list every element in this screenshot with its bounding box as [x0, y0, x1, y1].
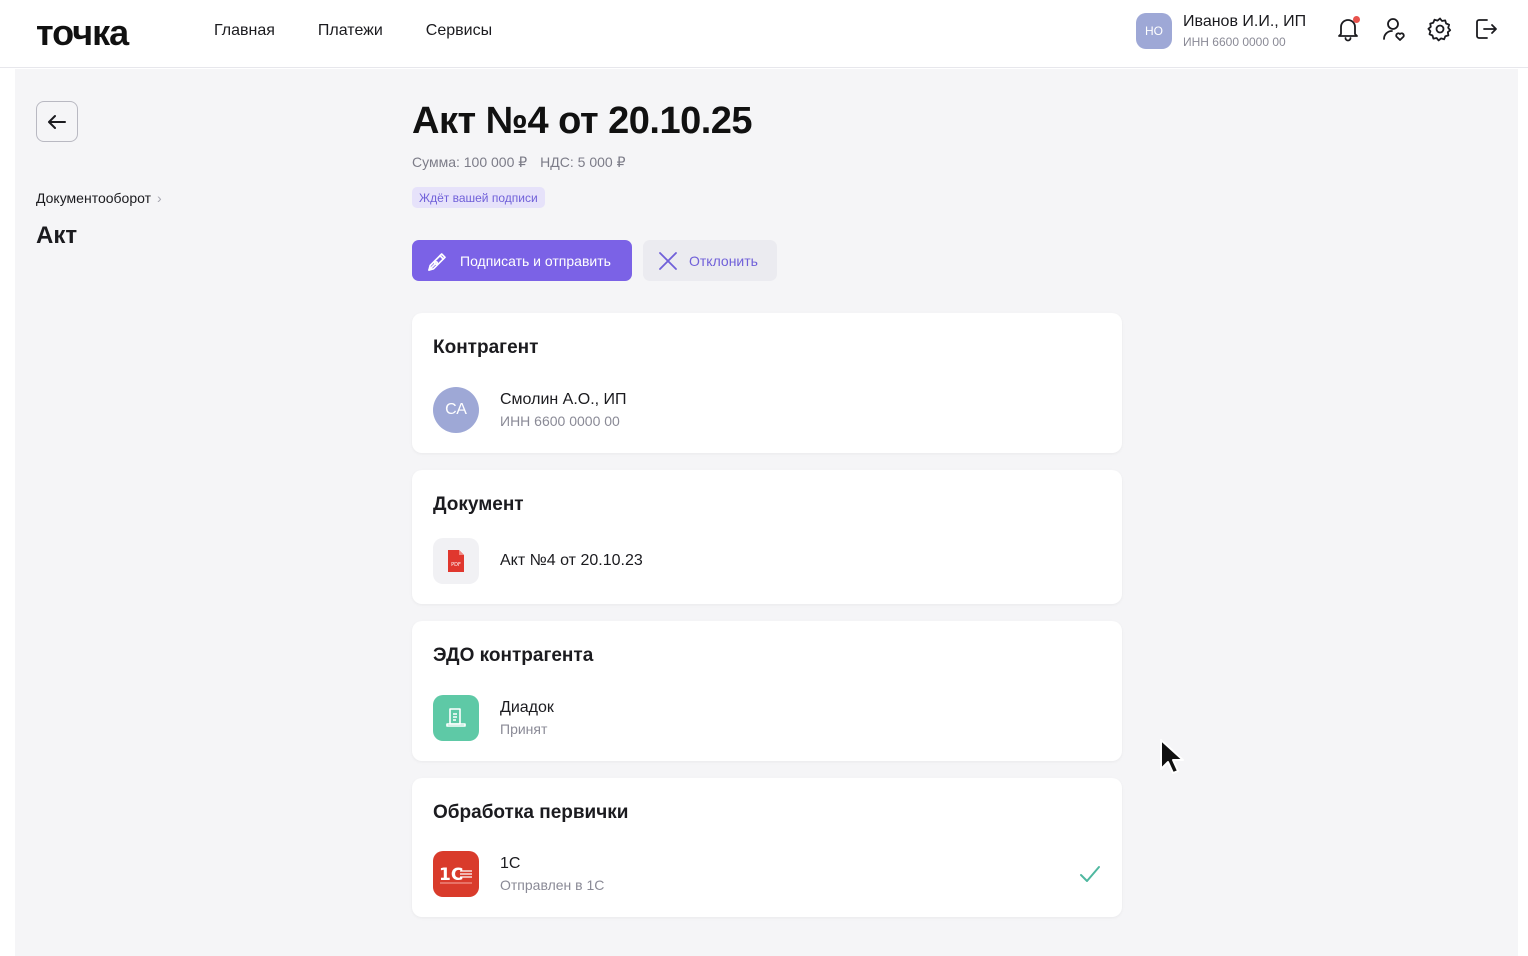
mouse-cursor-icon: [1158, 738, 1184, 776]
onec-name: 1С: [500, 855, 521, 872]
main-nav: Главная Платежи Сервисы: [214, 22, 492, 40]
nav-item-payments[interactable]: Платежи: [318, 22, 383, 40]
sign-and-send-button[interactable]: Подписать и отправить: [412, 240, 632, 281]
document-file-row[interactable]: PDF Акт №4 от 20.10.23: [433, 538, 643, 584]
top-bar: точка Главная Платежи Сервисы НО Иванов …: [0, 0, 1528, 68]
card-title: Обработка первички: [433, 802, 629, 823]
document-card: Документ PDF Акт №4 от 20.10.23: [412, 470, 1122, 604]
page-title: Акт №4 от 20.10.25: [412, 100, 753, 142]
sum-value: Сумма: 100 000 ₽: [412, 154, 528, 170]
user-heart-icon[interactable]: [1381, 16, 1407, 42]
pen-nib-icon: [428, 252, 446, 271]
user-inn: ИНН 6600 0000 00: [1183, 35, 1286, 49]
user-info: Иванов И.И., ИП ИНН 6600 0000 00: [1183, 12, 1306, 50]
status-badge: Ждёт вашей подписи: [412, 187, 545, 208]
back-button[interactable]: [36, 101, 78, 142]
logo[interactable]: точка: [36, 12, 129, 54]
edo-card: ЭДО контрагента Диадок Принят: [412, 621, 1122, 761]
diadoc-logo-icon: [433, 695, 479, 741]
reject-button[interactable]: Отклонить: [643, 240, 777, 281]
logout-icon[interactable]: [1473, 16, 1499, 42]
bell-icon[interactable]: [1335, 16, 1361, 42]
counterparty-avatar: СА: [433, 387, 479, 433]
edo-status: Принят: [500, 721, 548, 737]
arrow-left-icon: [48, 114, 66, 129]
card-title: ЭДО контрагента: [433, 645, 594, 666]
chevron-right-icon: ›: [157, 190, 162, 206]
onec-status: Отправлен в 1С: [500, 877, 605, 893]
checkmark-icon: [1078, 862, 1102, 886]
document-sums: Сумма: 100 000 ₽ НДС: 5 000 ₽: [412, 154, 625, 171]
user-profile[interactable]: НО Иванов И.И., ИП ИНН 6600 0000 00: [1136, 12, 1306, 50]
counterparty-inn: ИНН 6600 0000 00: [500, 413, 620, 429]
onec-logo-icon: 1С: [433, 851, 479, 897]
onec-row[interactable]: 1С 1С Отправлен в 1С: [433, 851, 604, 897]
notification-dot: [1353, 16, 1360, 23]
counterparty-name: Смолин А.О., ИП: [500, 391, 627, 408]
nav-item-home[interactable]: Главная: [214, 22, 275, 40]
nav-item-services[interactable]: Сервисы: [426, 22, 492, 40]
counterparty-row[interactable]: СА Смолин А.О., ИП ИНН 6600 0000 00: [433, 387, 627, 433]
edo-name: Диадок: [500, 699, 554, 716]
document-file-name[interactable]: Акт №4 от 20.10.23: [500, 551, 643, 571]
breadcrumb-link[interactable]: Документооборот: [36, 190, 151, 206]
counterparty-card: Контрагент СА Смолин А.О., ИП ИНН 6600 0…: [412, 313, 1122, 453]
card-title: Документ: [433, 494, 524, 515]
edo-row[interactable]: Диадок Принят: [433, 695, 554, 741]
vat-value: НДС: 5 000 ₽: [540, 154, 626, 170]
svg-text:PDF: PDF: [451, 562, 461, 568]
user-name: Иванов И.И., ИП: [1183, 13, 1307, 30]
user-avatar: НО: [1136, 13, 1172, 49]
section-title: Акт: [36, 222, 78, 249]
gear-icon[interactable]: [1427, 16, 1453, 42]
svg-text:1С: 1С: [439, 865, 463, 885]
primary-processing-card: Обработка первички 1С 1С Отправлен в 1С: [412, 778, 1122, 917]
close-icon: [659, 251, 677, 270]
sign-and-send-label: Подписать и отправить: [460, 252, 611, 269]
pdf-file-icon: PDF: [433, 538, 479, 584]
breadcrumb[interactable]: Документооборот ›: [36, 190, 162, 206]
reject-label: Отклонить: [689, 252, 758, 269]
card-title: Контрагент: [433, 337, 539, 358]
